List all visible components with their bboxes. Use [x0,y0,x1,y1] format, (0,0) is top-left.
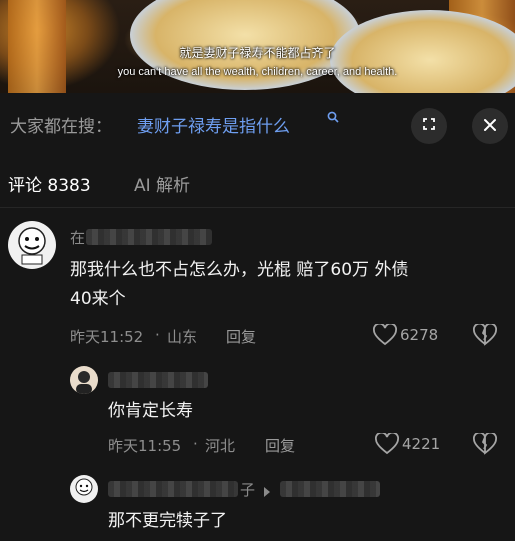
reply-author-name-blurred[interactable] [108,481,238,497]
comment-dot: · [155,326,160,344]
comment-author-prefix: 在 [70,229,86,247]
comment-author-name-blurred[interactable] [86,229,212,245]
avatar[interactable] [70,475,98,503]
close-button[interactable] [472,108,508,144]
expand-button[interactable] [411,108,447,144]
search-icon[interactable] [327,111,339,127]
heart-icon[interactable] [373,322,397,350]
reply-text: 你肯定长寿 [108,401,193,421]
tab-ai-analysis[interactable]: AI 解析 [134,171,190,196]
comment-location: 山东 [167,328,198,346]
reply-to-arrow-icon [262,483,272,502]
subtitle-chinese: 就是妻财子禄寿不能都占齐了 [179,46,336,60]
reply-author-name-blurred[interactable] [108,372,208,388]
close-icon [483,117,497,136]
broken-heart-icon[interactable] [473,431,497,459]
reply-button[interactable]: 回复 [265,435,295,456]
video-frame[interactable]: 就是妻财子禄寿不能都占齐了 you can't have all the wea… [0,0,515,93]
reply-time: 昨天11:55 [108,437,182,455]
reply-text: 那不更完犊子了 [108,511,227,531]
comment-time: 昨天11:52 [70,328,144,346]
like-count: 4221 [402,435,441,453]
search-suggestion-link[interactable]: 妻财子禄寿是指什么 [137,112,290,137]
reply-target-name-blurred[interactable] [280,481,380,497]
comment-text-line2: 40来个 [70,289,126,309]
avatar[interactable] [8,221,56,269]
tab-comments[interactable]: 评论 8383 [8,171,91,196]
tab-divider [0,207,515,208]
broken-heart-icon[interactable] [473,322,497,350]
search-prefix-label: 大家都在搜： [10,117,112,137]
avatar[interactable] [70,366,98,394]
avatar-face-icon [18,227,46,265]
subtitle-english: you can't have all the wealth, children,… [117,66,398,78]
comment-text-line1: 那我什么也不占怎么办，光棍 赔了60万 外债 [70,260,409,280]
reply-author-suffix: 子 [240,481,256,499]
avatar-person-icon [76,371,92,394]
like-count: 6278 [400,326,439,344]
expand-icon [421,116,437,136]
avatar-face-icon [75,478,93,496]
reply-dot: · [193,435,198,453]
reply-location: 河北 [205,437,236,455]
reply-button[interactable]: 回复 [226,326,256,347]
heart-icon[interactable] [375,431,399,459]
